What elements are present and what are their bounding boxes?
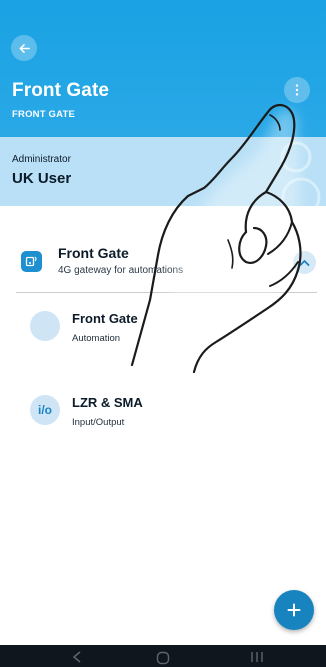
app-screen: Front Gate FRONT GATE Administrator UK U… [0,0,326,667]
plus-icon [287,603,301,617]
user-role: Administrator [12,154,71,165]
recents-nav-icon[interactable] [250,651,264,663]
page-title: Front Gate [12,80,110,101]
device-group-row[interactable]: Front Gate 4G gateway for automations [0,218,326,292]
item-icon-label: i/o [38,403,52,417]
user-info: Administrator UK User [0,137,326,206]
add-button[interactable] [274,590,314,630]
header: Front Gate FRONT GATE [0,0,326,137]
back-nav-icon[interactable] [72,651,82,663]
chevron-up-icon [299,259,310,266]
item-name: Front Gate [72,311,138,326]
more-options-button[interactable] [284,77,310,103]
divider [16,292,317,293]
user-name: UK User [12,170,72,187]
list-item[interactable]: i/o LZR & SMA Input/Output [0,384,326,444]
more-vertical-icon [295,84,299,96]
automation-icon [30,311,60,341]
background-decoration [280,141,321,206]
group-name: Front Gate [58,245,129,261]
gateway-icon [21,251,42,272]
item-type: Input/Output [72,417,125,428]
io-icon: i/o [30,395,60,425]
home-nav-icon[interactable] [156,651,170,665]
back-button[interactable] [11,35,37,61]
page-subtitle: FRONT GATE [12,109,76,120]
collapse-button[interactable] [293,251,316,274]
item-name: LZR & SMA [72,395,143,410]
arrow-left-icon [19,43,30,53]
group-description: 4G gateway for automations [58,265,184,276]
system-navigation-bar [0,645,326,667]
item-type: Automation [72,333,121,344]
list-item[interactable]: Front Gate Automation [0,300,326,360]
